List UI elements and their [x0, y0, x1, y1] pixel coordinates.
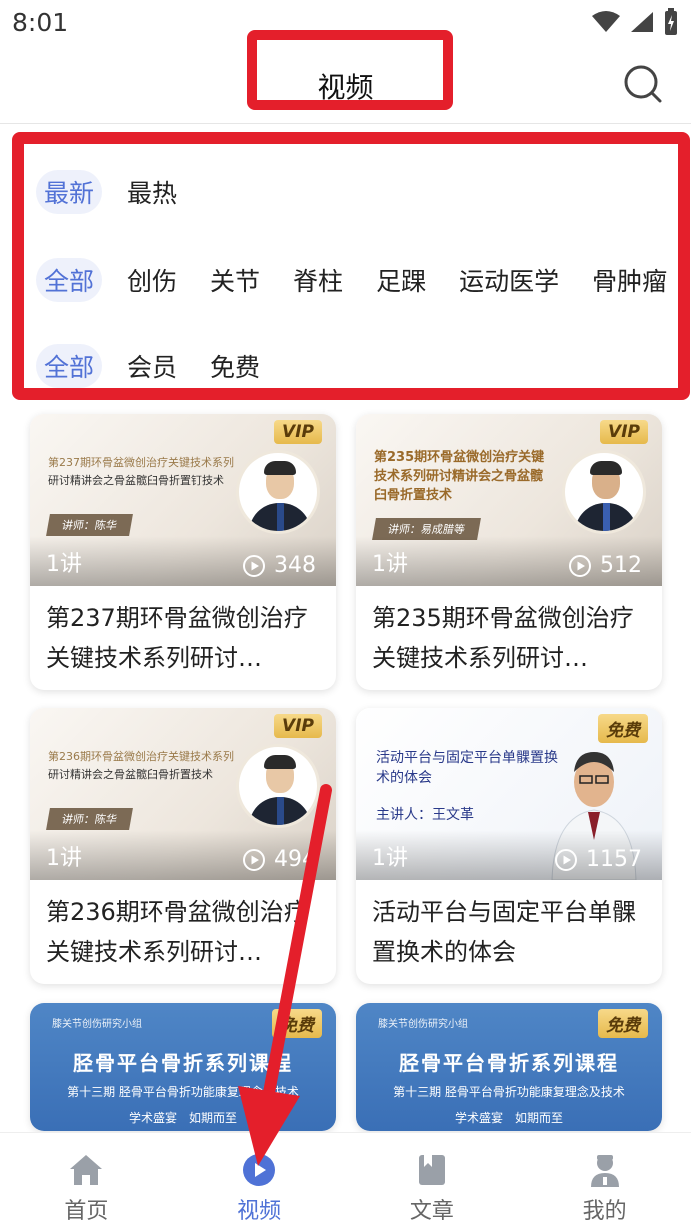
filter-type-member[interactable]: 会员 — [119, 344, 185, 388]
sort-filter-row: 最新 最热 — [36, 170, 676, 214]
filter-category-trauma[interactable]: 创伤 — [119, 258, 185, 302]
video-title-text: 第235期环骨盆微创治疗关键技术系列研讨… — [372, 604, 634, 672]
lesson-count: 1讲 — [372, 846, 408, 871]
signal-icon — [631, 12, 653, 32]
search-icon[interactable] — [623, 64, 663, 104]
title-highlight-box — [247, 30, 453, 110]
cover-heading: 活动平台与固定平台单髁置换术的体会 — [376, 750, 558, 786]
video-title: 第235期环骨盆微创治疗关键技术系列研讨… — [356, 586, 662, 690]
filter-sort-latest[interactable]: 最新 — [36, 170, 103, 214]
filter-sort-hot[interactable]: 最热 — [119, 170, 185, 214]
view-count: 1157 — [554, 847, 642, 872]
view-count-value: 348 — [274, 553, 316, 578]
lesson-count: 1讲 — [46, 846, 82, 871]
vip-badge: VIP — [600, 420, 648, 444]
status-icons — [591, 8, 679, 36]
cover-subheading: 第十三期 胫骨平台骨折功能康复理念及技术 — [393, 1085, 625, 1099]
video-cover: 膝关节创伤研究小组 胫骨平台骨折系列课程 第十三期 胫骨平台骨折功能康复理念及技… — [30, 1003, 336, 1131]
tab-articles-label: 文章 — [409, 1199, 454, 1224]
cover-heading: 胫骨平台骨折系列课程 — [399, 1051, 619, 1075]
video-title-text: 第236期环骨盆微创治疗关键技术系列研讨… — [46, 898, 308, 966]
video-card[interactable]: 活动平台与固定平台单髁置换术的体会 主讲人：王文革 免费 1讲 1157 活动平… — [356, 708, 662, 984]
filter-category-foot-ankle[interactable]: 足踝 — [368, 258, 434, 302]
tab-video-label: 视频 — [237, 1199, 282, 1224]
video-play-icon — [243, 1154, 276, 1186]
cover-speaker: 主讲人：王文革 — [376, 807, 474, 823]
wifi-icon — [592, 11, 620, 32]
status-time: 8:01 — [12, 8, 69, 37]
view-count-value: 494 — [274, 847, 316, 872]
play-count-icon — [569, 554, 591, 577]
video-title-text: 活动平台与固定平台单髁置换术的体会 — [372, 898, 636, 966]
play-count-icon — [243, 848, 265, 871]
cover-subheading: 研讨精讲会之骨盆髋臼骨折置钉技术 — [48, 474, 224, 487]
cover-heading: 第237期环骨盆微创治疗关键技术系列 — [48, 456, 234, 469]
free-badge: 免费 — [598, 1009, 648, 1038]
lecturer-portrait — [236, 744, 320, 828]
video-card[interactable]: 第236期环骨盆微创治疗关键技术系列 研讨精讲会之骨盆髋臼骨折置技术 讲师：陈华… — [30, 708, 336, 984]
video-card[interactable]: 膝关节创伤研究小组 胫骨平台骨折系列课程 第十三期 胫骨平台骨折功能康复理念及技… — [30, 1003, 336, 1131]
tab-home-label: 首页 — [64, 1199, 109, 1224]
filter-category-joint[interactable]: 关节 — [202, 258, 268, 302]
tab-articles[interactable]: 文章 — [346, 1133, 519, 1228]
filter-category-bone-tumor[interactable]: 骨肿瘤 — [584, 258, 675, 302]
filter-category-all[interactable]: 全部 — [36, 258, 103, 302]
play-count-icon — [555, 848, 577, 871]
cover-footer: 学术盛宴 如期而至 — [128, 1111, 237, 1125]
cover-lecturer: 讲师：陈华 — [46, 514, 133, 536]
tab-video[interactable]: 视频 — [173, 1133, 346, 1228]
free-badge: 免费 — [598, 714, 648, 743]
cover-organization: 膝关节创伤研究小组 — [378, 1019, 468, 1030]
battery-icon — [665, 8, 677, 35]
filter-category-spine[interactable]: 脊柱 — [285, 258, 351, 302]
video-title: 第237期环骨盆微创治疗关键技术系列研讨… — [30, 586, 336, 690]
cover-lecturer: 讲师：陈华 — [46, 808, 133, 830]
category-filter-row: 全部 创伤 关节 脊柱 足踝 运动医学 骨肿瘤 — [36, 258, 676, 302]
play-count-icon — [243, 554, 265, 577]
view-count: 494 — [242, 847, 316, 872]
view-count: 512 — [568, 553, 642, 578]
video-cover: 活动平台与固定平台单髁置换术的体会 主讲人：王文革 免费 1讲 1157 — [356, 708, 662, 880]
filter-category-sports-medicine[interactable]: 运动医学 — [451, 258, 567, 302]
cover-footer: 学术盛宴 如期而至 — [454, 1111, 563, 1125]
free-badge: 免费 — [272, 1009, 322, 1038]
cover-subheading: 研讨精讲会之骨盆髋臼骨折置技术 — [48, 768, 213, 781]
video-cover: 第237期环骨盆微创治疗关键技术系列 研讨精讲会之骨盆髋臼骨折置钉技术 讲师：陈… — [30, 414, 336, 586]
view-count-value: 512 — [600, 553, 642, 578]
view-count: 348 — [242, 553, 316, 578]
lecturer-portrait — [236, 450, 320, 534]
video-cover: 第235期环骨盆微创治疗关键技术系列研讨精讲会之骨盆髋臼骨折置技术 讲师：易成腊… — [356, 414, 662, 586]
video-title: 活动平台与固定平台单髁置换术的体会 — [356, 880, 662, 984]
cover-heading: 第236期环骨盆微创治疗关键技术系列 — [48, 750, 234, 763]
vip-badge: VIP — [274, 420, 322, 444]
video-cover: 第236期环骨盆微创治疗关键技术系列 研讨精讲会之骨盆髋臼骨折置技术 讲师：陈华… — [30, 708, 336, 880]
home-icon — [70, 1155, 103, 1185]
vip-badge: VIP — [274, 714, 322, 738]
filter-type-free[interactable]: 免费 — [202, 344, 268, 388]
lecturer-portrait — [562, 450, 646, 534]
lesson-count: 1讲 — [46, 552, 82, 577]
view-count-value: 1157 — [586, 847, 642, 872]
tab-home[interactable]: 首页 — [0, 1133, 173, 1228]
book-icon — [418, 1155, 445, 1185]
cover-heading: 胫骨平台骨折系列课程 — [73, 1051, 293, 1075]
video-title-text: 第237期环骨盆微创治疗关键技术系列研讨… — [46, 604, 308, 672]
video-title: 第236期环骨盆微创治疗关键技术系列研讨… — [30, 880, 336, 984]
tab-profile-label: 我的 — [582, 1199, 627, 1224]
cover-subheading: 第十三期 胫骨平台骨折功能康复理念及技术 — [67, 1085, 299, 1099]
cover-heading: 第235期环骨盆微创治疗关键技术系列研讨精讲会之骨盆髋臼骨折置技术 — [374, 450, 545, 503]
bottom-tab-bar: 首页 视频 文章 我的 — [0, 1132, 691, 1228]
video-card[interactable]: 第235期环骨盆微创治疗关键技术系列研讨精讲会之骨盆髋臼骨折置技术 讲师：易成腊… — [356, 414, 662, 690]
filter-panel: 最新 最热 全部 创伤 关节 脊柱 足踝 运动医学 骨肿瘤 全部 会员 免费 — [12, 132, 690, 400]
type-filter-row: 全部 会员 免费 — [36, 344, 676, 388]
video-card[interactable]: 膝关节创伤研究小组 胫骨平台骨折系列课程 第十三期 胫骨平台骨折功能康复理念及技… — [356, 1003, 662, 1131]
lesson-count: 1讲 — [372, 552, 408, 577]
video-card[interactable]: 第237期环骨盆微创治疗关键技术系列 研讨精讲会之骨盆髋臼骨折置钉技术 讲师：陈… — [30, 414, 336, 690]
filter-type-all[interactable]: 全部 — [36, 344, 103, 388]
video-cover: 膝关节创伤研究小组 胫骨平台骨折系列课程 第十三期 胫骨平台骨折功能康复理念及技… — [356, 1003, 662, 1131]
tab-profile[interactable]: 我的 — [518, 1133, 691, 1228]
doctor-avatar-icon — [590, 1155, 619, 1187]
cover-organization: 膝关节创伤研究小组 — [52, 1019, 142, 1030]
